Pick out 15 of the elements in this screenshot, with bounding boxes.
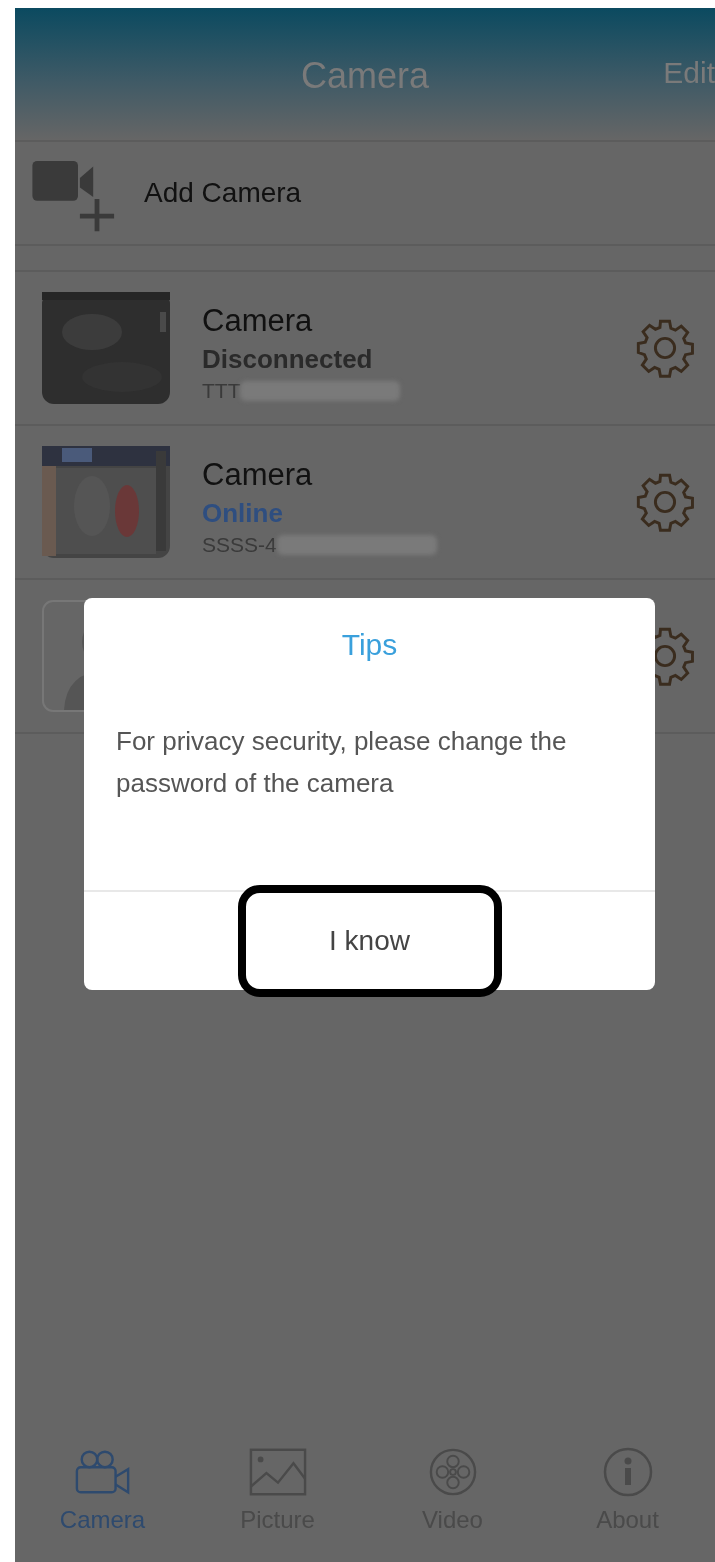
camera-name: Camera xyxy=(202,302,314,340)
info-icon xyxy=(602,1446,653,1498)
film-reel-icon xyxy=(428,1446,477,1498)
dialog-message: For privacy security, please change the password of the camera xyxy=(116,725,568,800)
edit-button[interactable]: Edit xyxy=(663,56,715,90)
camera-status: Online xyxy=(202,497,284,530)
i-know-button[interactable]: I know xyxy=(237,885,502,997)
camera-name: Camera xyxy=(202,456,314,494)
add-camera-row[interactable]: Add Camera xyxy=(15,142,715,246)
add-camera-label: Add Camera xyxy=(144,177,302,209)
picture-icon xyxy=(248,1446,307,1498)
tab[interactable]: Camera xyxy=(15,1436,190,1562)
screen-title: Camera xyxy=(300,55,429,97)
dialog-title: Tips xyxy=(341,628,398,662)
camera-status: Disconnected xyxy=(202,343,374,376)
